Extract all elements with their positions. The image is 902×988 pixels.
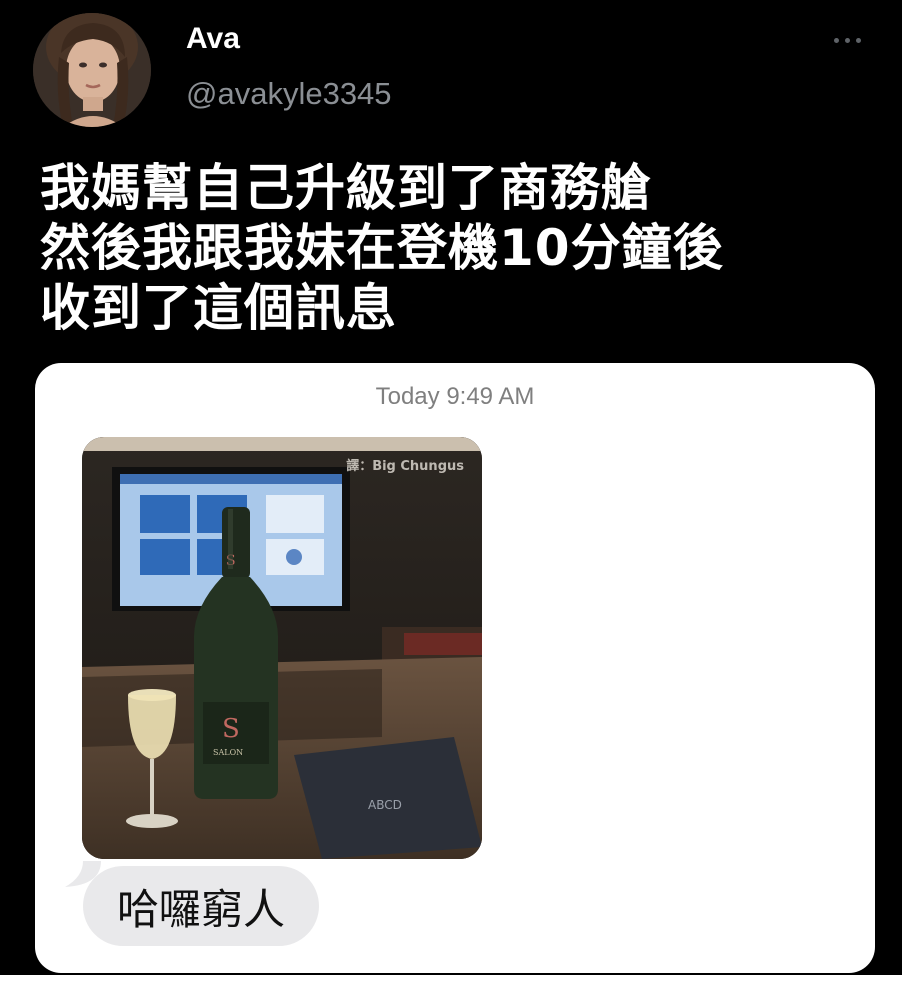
avatar[interactable] xyxy=(33,13,151,127)
tweet-text-line: 我媽幫自己升級到了商務艙 xyxy=(40,159,652,217)
tweet-text: 我媽幫自己升級到了商務艙 然後我跟我妹在登機10分鐘後 收到了這個訊息 xyxy=(40,158,880,338)
tweet-text-line: 然後我跟我妹在登機10分鐘後 xyxy=(40,219,724,277)
author-name[interactable]: Ava xyxy=(186,22,240,56)
message-timestamp: Today 9:49 AM xyxy=(375,383,535,410)
tweet-card: Ava @avakyle3345 我媽幫自己升級到了商務艙 然後我跟我妹在登機1… xyxy=(0,0,902,975)
svg-text:S: S xyxy=(222,714,240,744)
photo-credit: 譯：Big Chungus xyxy=(346,459,464,474)
tweet-text-line: 收到了這個訊息 xyxy=(40,279,397,337)
message-bubble: 哈囉窮人 xyxy=(83,866,320,946)
author-handle[interactable]: @avakyle3345 xyxy=(186,76,392,112)
svg-text:ABCD: ABCD xyxy=(368,798,402,812)
more-options-icon[interactable] xyxy=(834,30,870,50)
message-photo[interactable]: ABCD S SALON S 譯：Big Chungus xyxy=(82,437,482,859)
message-screenshot: Today 9:49 AM ABCD S SALON 譯：Big Chungus… xyxy=(35,363,875,973)
svg-text:SALON: SALON xyxy=(213,748,243,757)
